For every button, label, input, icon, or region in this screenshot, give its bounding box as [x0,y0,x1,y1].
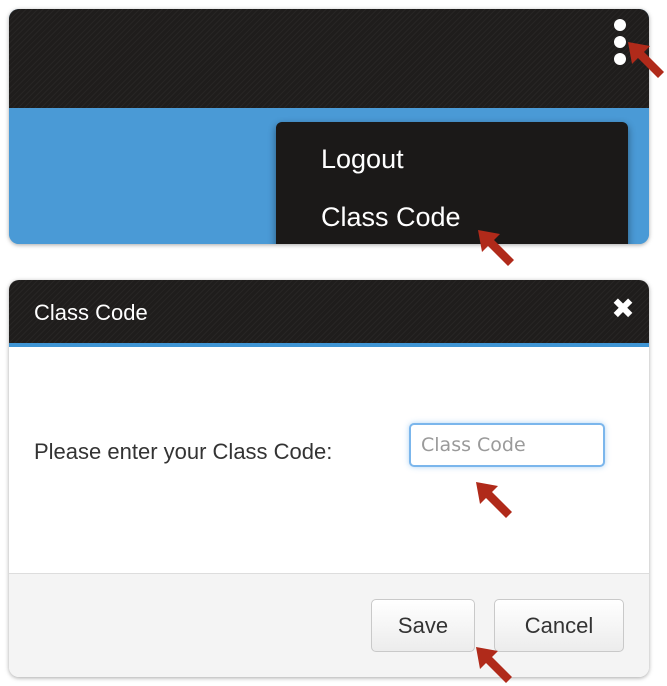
cancel-button[interactable]: Cancel [494,599,624,652]
menu-item-logout[interactable]: Logout [321,144,404,175]
dialog-header: Class Code ✖ [9,280,649,347]
save-button[interactable]: Save [371,599,475,652]
kebab-dot [614,36,626,48]
top-bar [9,9,649,108]
class-code-dialog: Class Code ✖ Please enter your Class Cod… [9,280,649,677]
dialog-footer: Save Cancel [9,573,649,677]
class-code-input[interactable] [409,423,605,467]
kebab-menu-icon[interactable] [609,19,631,79]
class-code-label: Please enter your Class Code: [34,439,333,464]
menu-item-class-code[interactable]: Class Code [321,202,461,233]
dropdown-menu: Logout Class Code [276,122,628,244]
dialog-body: Please enter your Class Code: [9,347,649,574]
app-header-panel: Logout Class Code [9,9,649,244]
kebab-dot [614,19,626,31]
kebab-dot [614,53,626,65]
dialog-title: Class Code [34,300,148,325]
close-icon[interactable]: ✖ [609,295,637,323]
